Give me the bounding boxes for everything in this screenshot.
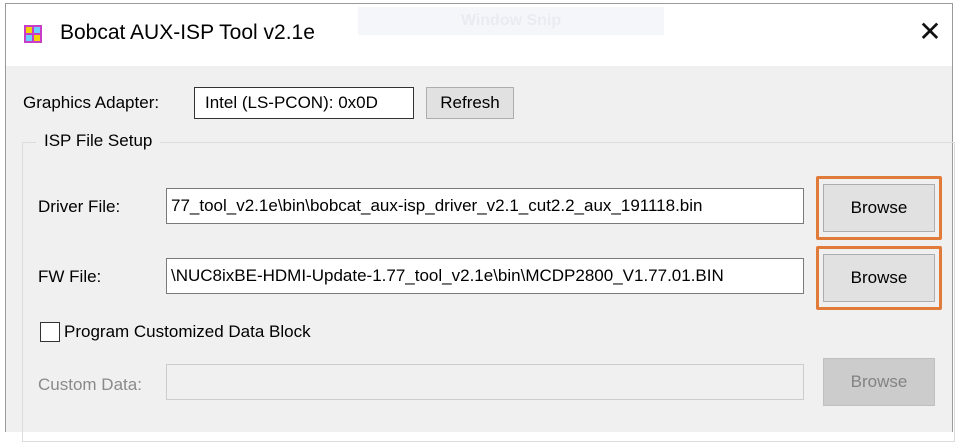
fw-browse-button[interactable]: Browse [823,254,935,302]
driver-file-input[interactable]: 77_tool_v2.1e\bin\bobcat_aux-isp_driver_… [166,188,804,224]
custom-data-label: Custom Data: [38,375,142,394]
custom-data-input [166,364,804,400]
window-title: Bobcat AUX-ISP Tool v2.1e [60,21,315,44]
app-window: Window Snip Bobcat AUX-ISP Tool v2.1e ✕ … [5,3,955,442]
fw-file-label: FW File: [38,267,102,286]
program-custom-data-label[interactable]: Program Customized Data Block [64,321,311,343]
custom-browse-button: Browse [823,358,935,406]
driver-file-label: Driver File: [38,197,121,216]
app-icon [24,25,42,43]
isp-file-setup-title: ISP File Setup [36,130,161,152]
title-bar[interactable]: Window Snip Bobcat AUX-ISP Tool v2.1e ✕ [6,4,952,66]
fw-file-input[interactable]: \NUC8ixBE-HDMI-Update-1.77_tool_v2.1e\bi… [166,258,804,294]
graphics-adapter-value: Intel (LS-PCON): 0x0D [194,87,414,119]
window-snip-ghost: Window Snip [358,7,664,35]
driver-browse-button[interactable]: Browse [823,184,935,232]
refresh-button[interactable]: Refresh [426,87,514,119]
close-icon[interactable]: ✕ [910,10,950,54]
graphics-adapter-label: Graphics Adapter: [23,93,160,112]
program-custom-data-checkbox[interactable] [40,322,60,342]
